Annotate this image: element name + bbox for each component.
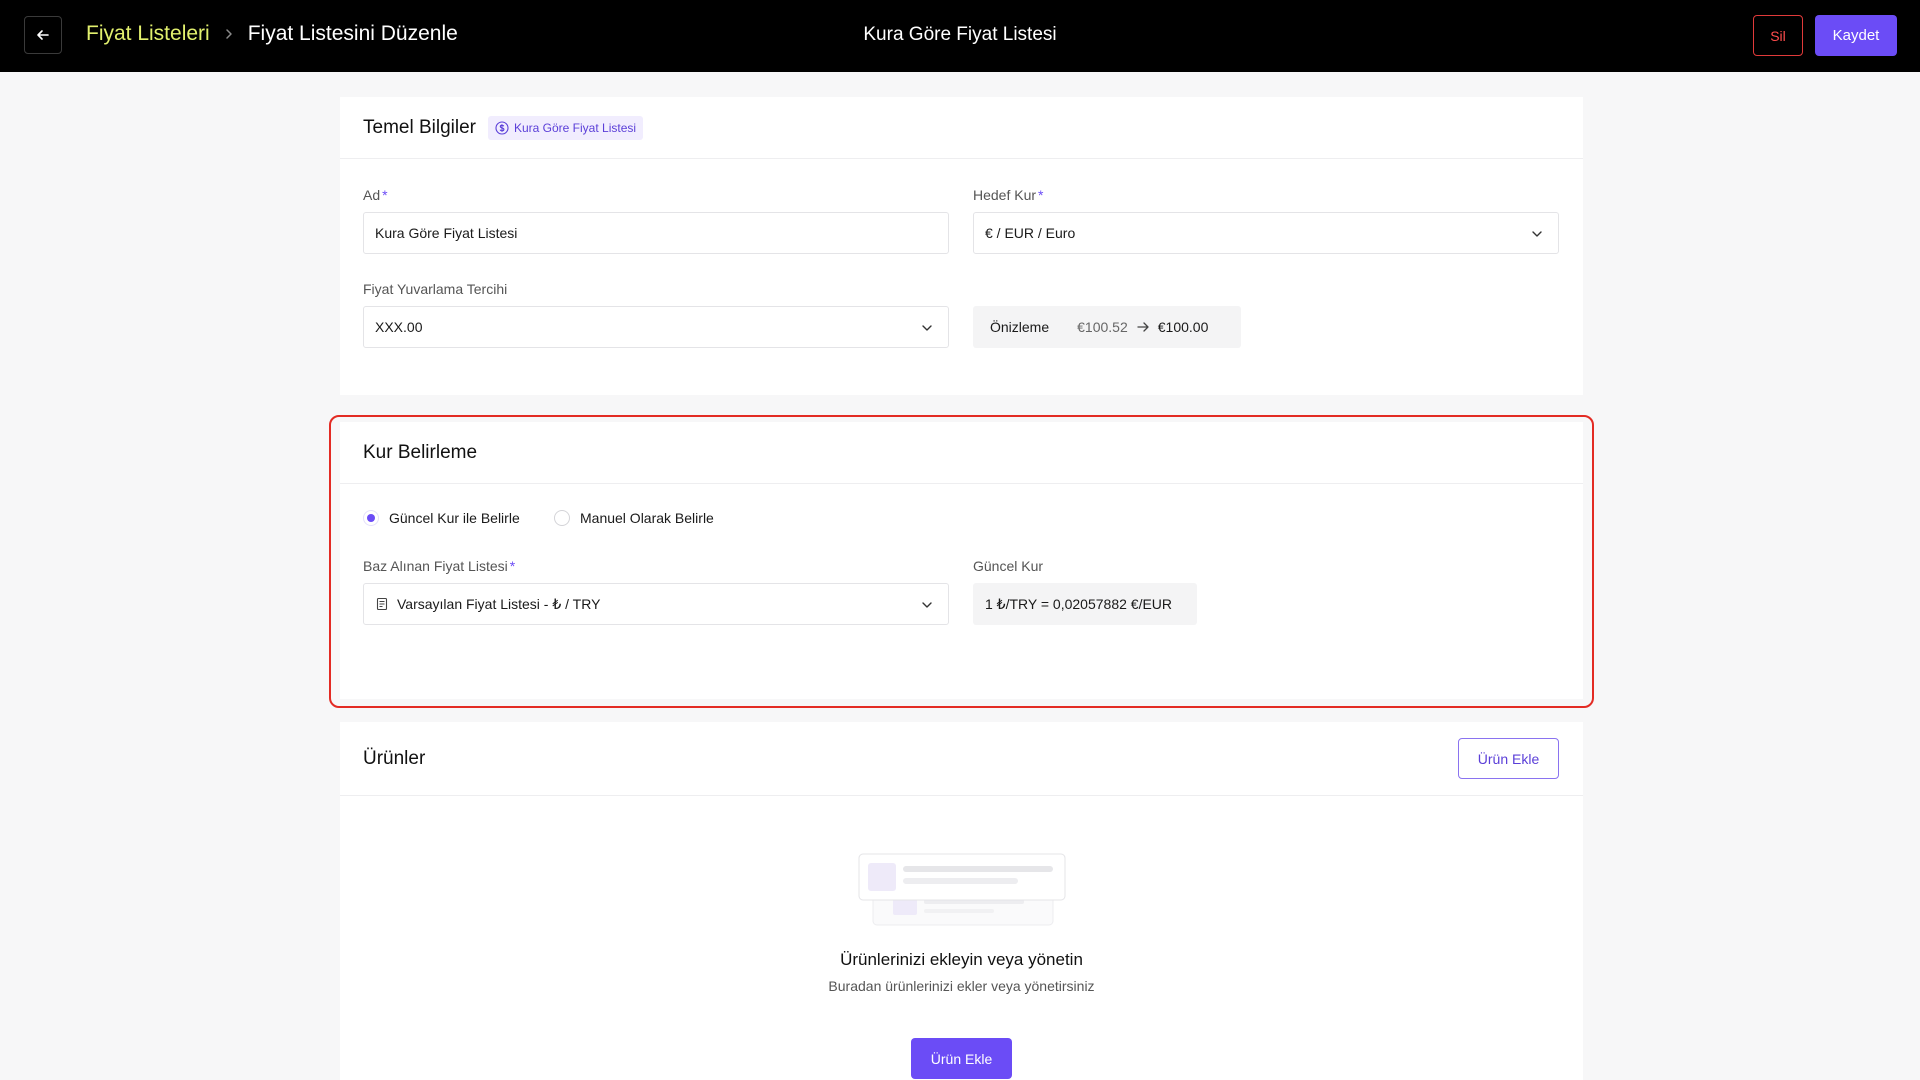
radio-current-rate[interactable]: Güncel Kur ile Belirle (363, 510, 520, 526)
rate-title: Kur Belirleme (363, 441, 478, 463)
save-button[interactable]: Kaydet (1815, 15, 1897, 56)
target-currency-label-text: Hedef Kur (973, 187, 1037, 203)
rounding-label: Fiyat Yuvarlama Tercihi (363, 281, 508, 297)
required-marker: * (1038, 187, 1044, 203)
rate-card: Kur Belirleme Güncel Kur ile Belirle Man… (340, 422, 1583, 699)
arrow-left-icon (37, 30, 49, 40)
base-list-label: Baz Alınan Fiyat Listesi * (363, 558, 515, 574)
chevron-down-icon (1532, 231, 1542, 237)
arrow-right-icon (1136, 320, 1150, 334)
radio-button-checked[interactable] (363, 510, 379, 526)
badge-label: Kura Göre Fiyat Listesi (513, 120, 637, 135)
breadcrumb-current: Fiyat Listesini Düzenle (247, 22, 458, 45)
rounding-value: XXX.00 (375, 319, 423, 335)
chevron-down-icon (922, 325, 932, 331)
rounding-preview: Önizleme €100.52 €100.00 (973, 306, 1241, 348)
delete-button[interactable]: Sil (1753, 15, 1803, 56)
radio-button-unchecked[interactable] (554, 510, 570, 526)
products-card: Ürünler Ürün Ekle Ürünlerinizi ekleyin v… (340, 722, 1583, 1080)
required-marker: * (509, 558, 516, 574)
chevron-down-icon (922, 602, 932, 608)
empty-state-title: Ürünlerinizi ekleyin veya yönetin (840, 950, 1083, 969)
products-header: Ürünler (340, 722, 1583, 796)
currency-circle-icon (495, 120, 509, 135)
add-product-button[interactable]: Ürün Ekle (1458, 738, 1559, 779)
base-list-label-text: Baz Alınan Fiyat Listesi (363, 558, 508, 574)
rate-header: Kur Belirleme (340, 422, 1583, 484)
current-rate-value-box: 1 ₺/TRY = 0,02057882 €/EUR (973, 583, 1197, 625)
back-button[interactable] (24, 16, 62, 54)
breadcrumb: Fiyat Listeleri Fiyat Listesini Düzenle (86, 22, 458, 46)
basic-info-card: Temel Bilgiler Kura Göre Fiyat Listesi A… (340, 97, 1583, 395)
radio-manual-rate[interactable]: Manuel Olarak Belirle (554, 510, 714, 526)
target-currency-select[interactable]: € / EUR / Euro (973, 212, 1559, 254)
breadcrumb-link-price-lists[interactable]: Fiyat Listeleri (86, 22, 210, 46)
empty-state-illustration (858, 853, 1066, 926)
top-bar: Fiyat Listeleri Fiyat Listesini Düzenle … (0, 0, 1920, 72)
required-marker: * (382, 187, 388, 203)
target-currency-label: Hedef Kur * (973, 187, 1044, 203)
name-label: Ad * (363, 187, 388, 203)
document-list-icon (376, 597, 388, 611)
current-rate-label: Güncel Kur (973, 558, 1044, 574)
empty-add-product-button[interactable]: Ürün Ekle (911, 1038, 1012, 1079)
name-input-value: Kura Göre Fiyat Listesi (375, 225, 518, 241)
chevron-right-icon (222, 27, 236, 41)
target-currency-value: € / EUR / Euro (985, 225, 1076, 241)
radio-manual-rate-label: Manuel Olarak Belirle (580, 510, 714, 526)
products-title: Ürünler (363, 747, 426, 769)
empty-state-subtitle: Buradan ürünlerinizi ekler veya yönetirs… (828, 978, 1095, 994)
basic-info-title: Temel Bilgiler (363, 116, 476, 138)
name-input[interactable]: Kura Göre Fiyat Listesi (363, 212, 949, 254)
base-list-value: Varsayılan Fiyat Listesi - ₺ / TRY (397, 595, 601, 612)
preview-after-value: €100.00 (1157, 319, 1209, 335)
preview-before-value: €100.52 (1077, 319, 1128, 335)
base-list-select[interactable]: Varsayılan Fiyat Listesi - ₺ / TRY (363, 583, 949, 625)
radio-current-rate-label: Güncel Kur ile Belirle (389, 510, 520, 526)
price-list-type-badge: Kura Göre Fiyat Listesi (487, 115, 644, 140)
basic-info-header: Temel Bilgiler Kura Göre Fiyat Listesi (340, 97, 1583, 159)
current-rate-value: 1 ₺/TRY = 0,02057882 €/EUR (985, 595, 1173, 612)
rounding-select[interactable]: XXX.00 (363, 306, 949, 348)
name-label-text: Ad (363, 187, 381, 203)
preview-label: Önizleme (990, 319, 1050, 335)
